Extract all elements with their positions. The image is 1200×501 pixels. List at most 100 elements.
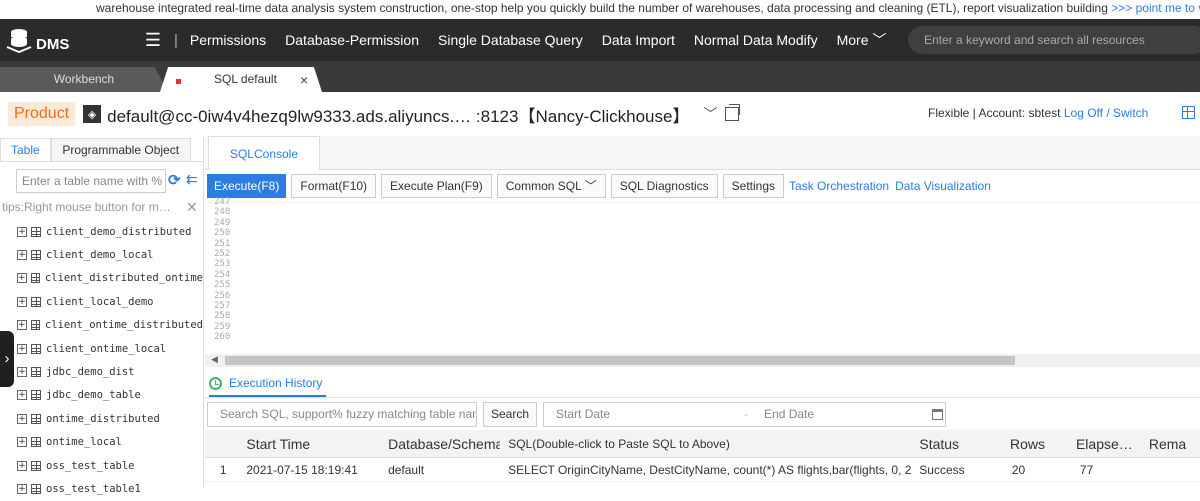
collapse-icon[interactable]: ⇇: [186, 171, 198, 188]
table-item[interactable]: + oss_test_table: [0, 454, 203, 477]
col-database-schema[interactable]: Database/Schema: [382, 436, 500, 452]
cell-database: default: [388, 462, 425, 477]
col-status[interactable]: Status: [911, 436, 1002, 452]
sql-editor[interactable]: 247 248 249 250 251 252 253 254 255 256 …: [205, 197, 1200, 352]
table-item[interactable]: + client_distributed_ontime: [0, 267, 203, 290]
table-item[interactable]: + client_ontime_local: [0, 337, 203, 360]
copy-icon[interactable]: [725, 104, 741, 121]
close-icon[interactable]: ✕: [186, 199, 198, 216]
sql-diagnostics-button[interactable]: SQL Diagnostics: [610, 174, 718, 198]
banner-link[interactable]: >>> point me to view <: [1111, 1, 1200, 15]
tab-execution-history[interactable]: Execution History: [209, 376, 322, 390]
app-name: DMS: [36, 35, 70, 53]
expand-icon[interactable]: +: [17, 367, 27, 378]
table-name: ontime_local: [46, 436, 122, 449]
connection-info-bar: Product ◈ default@cc-0iw4v4hezq9lw9333.a…: [0, 92, 1200, 136]
line-number: 249: [214, 217, 231, 228]
table-row[interactable]: 1 2021-07-15 18:19:41 default SELECT Ori…: [205, 458, 1200, 482]
tab-sql-default[interactable]: SQL default ×: [160, 67, 322, 92]
tab-workbench[interactable]: Workbench: [0, 67, 168, 92]
table-item[interactable]: + client_local_demo: [0, 290, 203, 313]
hamburger-menu-icon[interactable]: ☰: [138, 30, 168, 51]
nav-single-database-query[interactable]: Single Database Query: [438, 32, 583, 48]
table-icon: [31, 367, 41, 378]
table-item[interactable]: + jdbc_demo_dist: [0, 360, 203, 383]
scroll-left-icon[interactable]: ◀: [211, 354, 218, 365]
table-header: Start Time Database/Schema SQL(Double-cl…: [205, 430, 1200, 458]
tab-sqlconsole[interactable]: SQLConsole: [208, 136, 320, 170]
expand-icon[interactable]: +: [17, 250, 27, 261]
nav-more[interactable]: More ﹀: [837, 30, 887, 50]
search-button[interactable]: Search: [483, 402, 538, 427]
grid-icon[interactable]: [1182, 106, 1195, 119]
col-remark[interactable]: Rema: [1141, 436, 1200, 452]
col-elapsed[interactable]: Elapse…: [1068, 436, 1141, 452]
expand-icon[interactable]: +: [17, 483, 27, 494]
table-item[interactable]: + ontime_distributed: [0, 407, 203, 430]
table-name: jdbc_demo_dist: [46, 366, 135, 379]
table-name: ontime_distributed: [46, 412, 160, 425]
expand-icon[interactable]: +: [17, 343, 27, 354]
expand-icon[interactable]: +: [17, 320, 27, 331]
nav-permissions[interactable]: Permissions: [190, 32, 266, 48]
cell-sql[interactable]: SELECT OriginCityName, DestCityName, cou…: [500, 463, 911, 477]
date-range-picker[interactable]: Start Date - End Date: [543, 402, 947, 427]
nav-more-label: More: [836, 32, 869, 48]
task-orchestration-link[interactable]: Task Orchestration: [789, 179, 889, 193]
line-number: 260: [214, 332, 231, 343]
expand-icon[interactable]: +: [17, 460, 27, 471]
logoff-link[interactable]: Log Off: [1064, 106, 1103, 120]
table-item[interactable]: + client_ontime_distributed: [0, 314, 203, 337]
tab-programmable-object[interactable]: Programmable Object: [50, 138, 191, 161]
table-item[interactable]: + oss_test_table1: [0, 477, 203, 500]
expand-icon[interactable]: +: [17, 226, 27, 237]
table-icon: [31, 343, 41, 354]
start-date-input[interactable]: Start Date: [556, 403, 610, 426]
nav-database-permission[interactable]: Database-Permission: [285, 32, 419, 48]
tab-bar: Workbench SQL default ×: [0, 61, 1200, 92]
col-rows[interactable]: Rows: [1002, 436, 1068, 452]
nav-data-import[interactable]: Data Import: [602, 32, 675, 48]
table-icon: [31, 437, 41, 448]
table-item[interactable]: + ontime_local: [0, 431, 203, 454]
refresh-icon[interactable]: ⟳: [168, 171, 181, 189]
expand-icon[interactable]: +: [17, 273, 27, 284]
col-start-time[interactable]: Start Time: [241, 436, 382, 452]
col-sql[interactable]: SQL(Double-click to Paste SQL to Above): [500, 437, 911, 451]
expand-icon[interactable]: +: [17, 296, 27, 307]
format-button[interactable]: Format(F10): [291, 174, 377, 198]
left-tabs: Table Programmable Object: [0, 138, 203, 162]
data-visualization-link[interactable]: Data Visualization: [895, 179, 991, 193]
nav-normal-data-modify[interactable]: Normal Data Modify: [694, 32, 818, 48]
nav-separator: |: [174, 31, 178, 49]
table-item[interactable]: + jdbc_demo_table: [0, 384, 203, 407]
horizontal-scrollbar[interactable]: ◀: [205, 354, 1200, 367]
table-name: oss_test_table1: [46, 482, 141, 495]
scrollbar-thumb[interactable]: [225, 356, 1015, 365]
history-search-input[interactable]: Search SQL, support% fuzzy matching tabl…: [207, 402, 477, 427]
expand-icon[interactable]: +: [17, 437, 27, 448]
connection-name[interactable]: default@cc-0iw4v4hezq9lw9333.ads.aliyunc…: [107, 102, 689, 127]
calendar-icon[interactable]: [932, 409, 944, 420]
end-date-input[interactable]: End Date: [764, 403, 814, 426]
expand-sidebar-chevron-right-icon[interactable]: ›: [0, 331, 14, 387]
dms-logo[interactable]: DMS: [0, 27, 130, 53]
execute-plan-button[interactable]: Execute Plan(F9): [381, 174, 492, 198]
expand-icon[interactable]: +: [17, 390, 27, 401]
history-header: Execution History: [205, 372, 1200, 398]
table-item[interactable]: + client_demo_local: [0, 243, 203, 266]
tab-table[interactable]: Table: [0, 138, 51, 161]
line-number: 258: [214, 311, 231, 322]
settings-button[interactable]: Settings: [722, 174, 785, 198]
table-item[interactable]: + client_demo_distributed: [0, 220, 203, 243]
table-name: client_demo_local: [46, 249, 154, 262]
switch-link[interactable]: Switch: [1113, 106, 1148, 120]
execute-button[interactable]: Execute(F8): [207, 174, 287, 198]
table-search-input[interactable]: Enter a table name with %: [16, 169, 166, 193]
close-icon[interactable]: ×: [300, 68, 308, 92]
chevron-down-icon[interactable]: ﹀: [703, 104, 717, 124]
global-search-input[interactable]: Enter a keyword and search all resources: [908, 26, 1200, 54]
common-sql-dropdown[interactable]: Common SQL ﹀: [496, 174, 606, 198]
promo-banner: warehouse integrated real-time data anal…: [0, 0, 1200, 19]
expand-icon[interactable]: +: [17, 413, 27, 424]
